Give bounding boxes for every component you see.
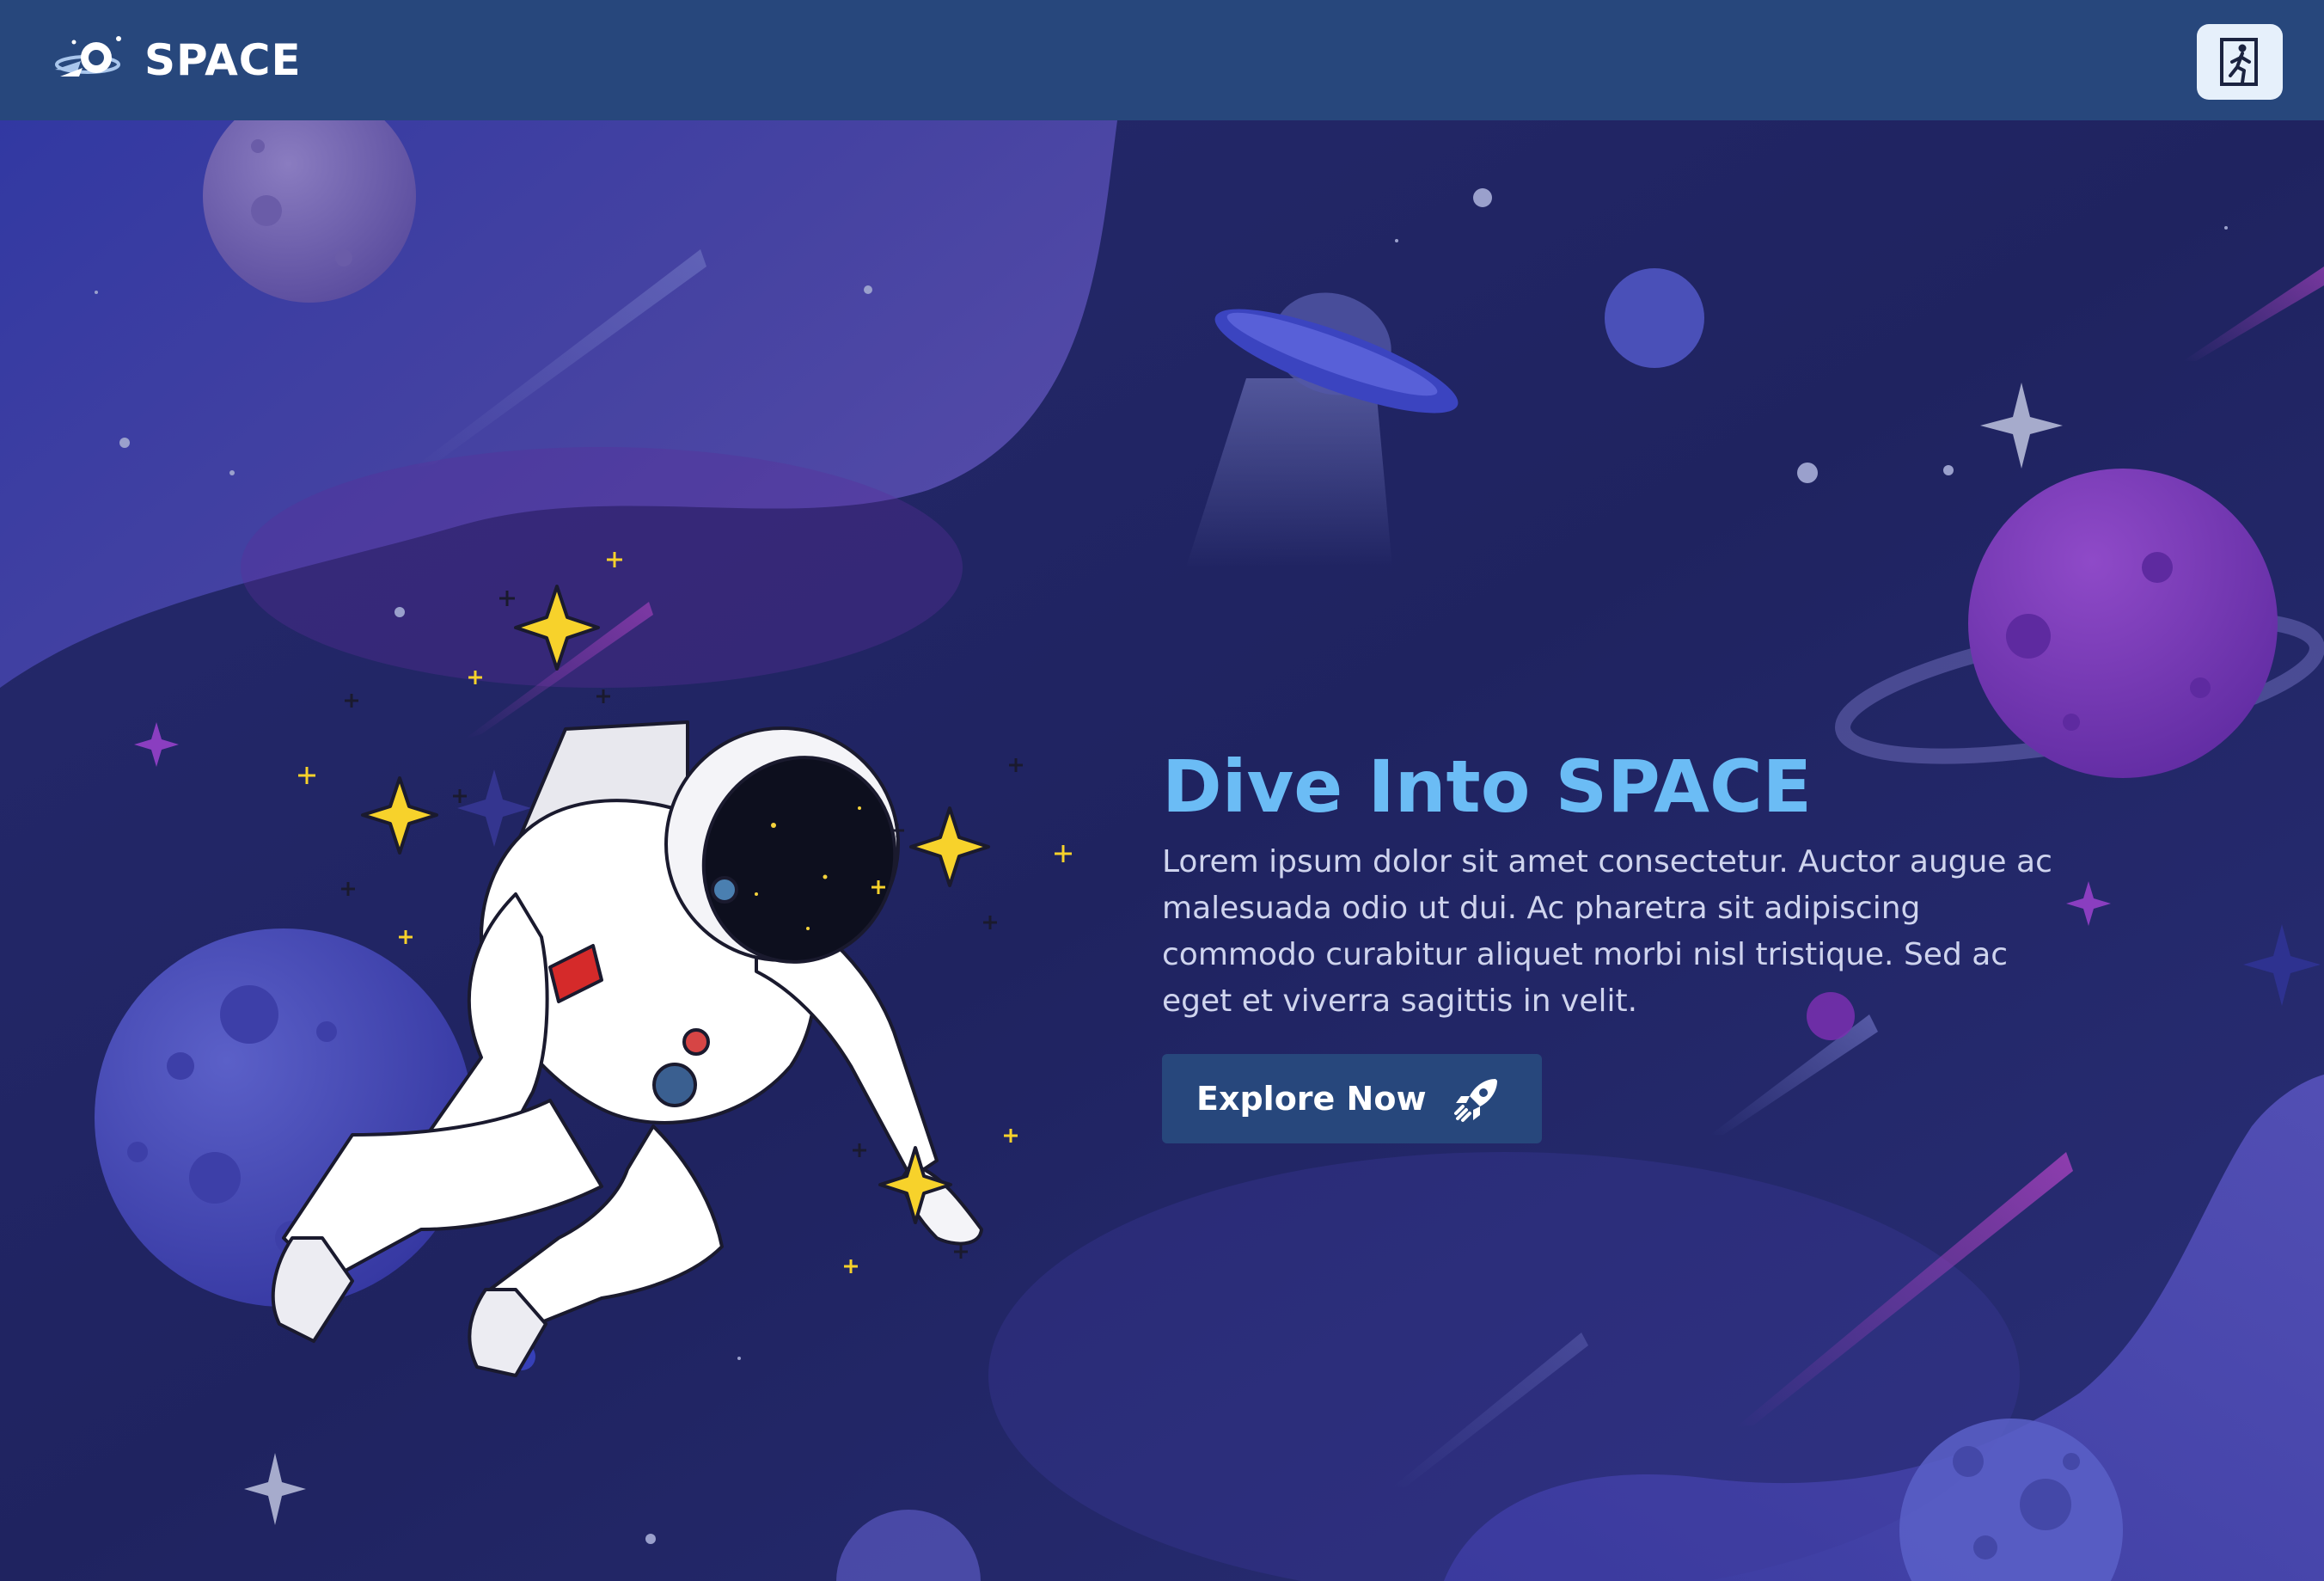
hero-title: Dive Into SPACE (1162, 745, 1813, 829)
hero-description: Lorem ipsum dolor sit amet consectetur. … (1162, 844, 2052, 1019)
explore-now-label: Explore Now (1196, 1080, 1427, 1118)
rocket-icon (1453, 1079, 1497, 1122)
hero-content: Dive Into SPACE Lorem ipsum dolor sit am… (1162, 739, 2073, 1143)
exit-door-icon (2220, 38, 2258, 86)
exit-button[interactable] (2197, 24, 2283, 100)
navbar: SPACE (0, 0, 2324, 120)
brand[interactable]: SPACE (52, 24, 302, 96)
landing-page: SPACE Dive Into SPACE Lorem ipsum dolor … (0, 0, 2324, 1581)
explore-now-button[interactable]: Explore Now (1162, 1054, 1542, 1143)
rocket-planet-logo-icon (55, 36, 121, 77)
brand-name: SPACE (144, 35, 302, 85)
